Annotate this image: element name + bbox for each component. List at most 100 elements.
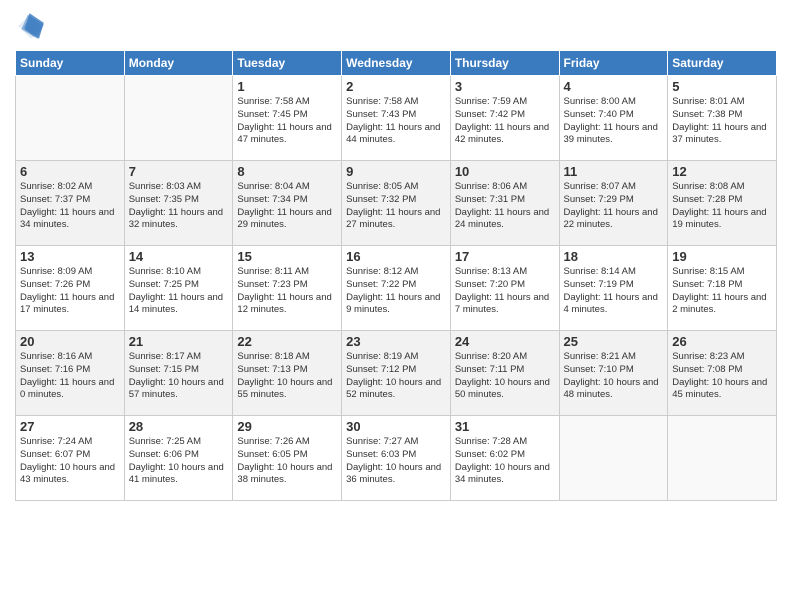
day-number: 14: [129, 249, 229, 264]
calendar-week: 27 Sunrise: 7:24 AMSunset: 6:07 PMDayligh…: [16, 416, 777, 501]
cell-content: Sunrise: 8:02 AMSunset: 7:37 PMDaylight:…: [20, 181, 120, 232]
day-number: 20: [20, 334, 120, 349]
calendar-cell: 7 Sunrise: 8:03 AMSunset: 7:35 PMDaylight…: [124, 161, 233, 246]
cell-content: Sunrise: 8:21 AMSunset: 7:10 PMDaylight:…: [564, 351, 664, 402]
cell-content: Sunrise: 8:23 AMSunset: 7:08 PMDaylight:…: [672, 351, 772, 402]
day-number: 13: [20, 249, 120, 264]
day-header: Friday: [559, 51, 668, 76]
calendar-cell: 2Sunrise: 7:58 AMSunset: 7:43 PMDaylight…: [342, 76, 451, 161]
calendar-cell: 19 Sunrise: 8:15 AMSunset: 7:18 PMDayligh…: [668, 246, 777, 331]
calendar-cell: 5 Sunrise: 8:01 AMSunset: 7:38 PMDaylight…: [668, 76, 777, 161]
day-number: 22: [237, 334, 337, 349]
cell-content: Sunrise: 7:26 AMSunset: 6:05 PMDaylight:…: [237, 436, 337, 487]
calendar-cell: 30 Sunrise: 7:27 AMSunset: 6:03 PMDayligh…: [342, 416, 451, 501]
cell-content: Sunrise: 8:06 AMSunset: 7:31 PMDaylight:…: [455, 181, 555, 232]
calendar-cell: [124, 76, 233, 161]
day-number: 30: [346, 419, 446, 434]
calendar-cell: 14 Sunrise: 8:10 AMSunset: 7:25 PMDayligh…: [124, 246, 233, 331]
calendar-cell: 17 Sunrise: 8:13 AMSunset: 7:20 PMDayligh…: [450, 246, 559, 331]
day-number: 29: [237, 419, 337, 434]
header: [15, 10, 777, 42]
day-number: 16: [346, 249, 446, 264]
calendar-cell: [559, 416, 668, 501]
day-header: Wednesday: [342, 51, 451, 76]
day-number: 1: [237, 79, 337, 94]
day-number: 27: [20, 419, 120, 434]
calendar-cell: 13Sunrise: 8:09 AMSunset: 7:26 PMDayligh…: [16, 246, 125, 331]
logo-icon: [15, 10, 47, 42]
calendar-cell: 27 Sunrise: 7:24 AMSunset: 6:07 PMDayligh…: [16, 416, 125, 501]
cell-content: Sunrise: 8:13 AMSunset: 7:20 PMDaylight:…: [455, 266, 555, 317]
calendar-week: 6Sunrise: 8:02 AMSunset: 7:37 PMDaylight…: [16, 161, 777, 246]
day-header: Monday: [124, 51, 233, 76]
day-header: Saturday: [668, 51, 777, 76]
cell-content: Sunrise: 8:10 AMSunset: 7:25 PMDaylight:…: [129, 266, 229, 317]
calendar-cell: 20Sunrise: 8:16 AMSunset: 7:16 PMDayligh…: [16, 331, 125, 416]
calendar-cell: 22 Sunrise: 8:18 AMSunset: 7:13 PMDayligh…: [233, 331, 342, 416]
day-number: 21: [129, 334, 229, 349]
cell-content: Sunrise: 8:20 AMSunset: 7:11 PMDaylight:…: [455, 351, 555, 402]
cell-content: Sunrise: 7:25 AMSunset: 6:06 PMDaylight:…: [129, 436, 229, 487]
cell-content: Sunrise: 7:59 AMSunset: 7:42 PMDaylight:…: [455, 96, 555, 147]
cell-content: Sunrise: 8:17 AMSunset: 7:15 PMDaylight:…: [129, 351, 229, 402]
calendar-cell: 25 Sunrise: 8:21 AMSunset: 7:10 PMDayligh…: [559, 331, 668, 416]
calendar-cell: 29 Sunrise: 7:26 AMSunset: 6:05 PMDayligh…: [233, 416, 342, 501]
day-number: 11: [564, 164, 664, 179]
cell-content: Sunrise: 7:28 AMSunset: 6:02 PMDaylight:…: [455, 436, 555, 487]
day-number: 15: [237, 249, 337, 264]
calendar-cell: 1 Sunrise: 7:58 AMSunset: 7:45 PMDaylight…: [233, 76, 342, 161]
cell-content: Sunrise: 8:01 AMSunset: 7:38 PMDaylight:…: [672, 96, 772, 147]
calendar-cell: 8 Sunrise: 8:04 AMSunset: 7:34 PMDaylight…: [233, 161, 342, 246]
calendar-cell: 12Sunrise: 8:08 AMSunset: 7:28 PMDayligh…: [668, 161, 777, 246]
calendar-cell: 16 Sunrise: 8:12 AMSunset: 7:22 PMDayligh…: [342, 246, 451, 331]
calendar-week: 1 Sunrise: 7:58 AMSunset: 7:45 PMDaylight…: [16, 76, 777, 161]
day-number: 17: [455, 249, 555, 264]
cell-content: Sunrise: 8:07 AMSunset: 7:29 PMDaylight:…: [564, 181, 664, 232]
day-number: 3: [455, 79, 555, 94]
cell-content: Sunrise: 7:27 AMSunset: 6:03 PMDaylight:…: [346, 436, 446, 487]
calendar-cell: 28 Sunrise: 7:25 AMSunset: 6:06 PMDayligh…: [124, 416, 233, 501]
calendar-cell: 3 Sunrise: 7:59 AMSunset: 7:42 PMDaylight…: [450, 76, 559, 161]
calendar-cell: 18 Sunrise: 8:14 AMSunset: 7:19 PMDayligh…: [559, 246, 668, 331]
cell-content: Sunrise: 7:58 AMSunset: 7:45 PMDaylight:…: [237, 96, 337, 147]
cell-content: Sunrise: 8:18 AMSunset: 7:13 PMDaylight:…: [237, 351, 337, 402]
day-number: 18: [564, 249, 664, 264]
calendar-cell: [668, 416, 777, 501]
calendar-cell: 31 Sunrise: 7:28 AMSunset: 6:02 PMDayligh…: [450, 416, 559, 501]
day-number: 4: [564, 79, 664, 94]
day-header: Tuesday: [233, 51, 342, 76]
calendar-week: 13Sunrise: 8:09 AMSunset: 7:26 PMDayligh…: [16, 246, 777, 331]
cell-content: Sunrise: 8:14 AMSunset: 7:19 PMDaylight:…: [564, 266, 664, 317]
calendar-cell: 4 Sunrise: 8:00 AMSunset: 7:40 PMDaylight…: [559, 76, 668, 161]
page: SundayMondayTuesdayWednesdayThursdayFrid…: [0, 0, 792, 612]
calendar-cell: 11 Sunrise: 8:07 AMSunset: 7:29 PMDayligh…: [559, 161, 668, 246]
day-number: 19: [672, 249, 772, 264]
day-number: 5: [672, 79, 772, 94]
calendar-cell: 24 Sunrise: 8:20 AMSunset: 7:11 PMDayligh…: [450, 331, 559, 416]
cell-content: Sunrise: 8:15 AMSunset: 7:18 PMDaylight:…: [672, 266, 772, 317]
cell-content: Sunrise: 8:05 AMSunset: 7:32 PMDaylight:…: [346, 181, 446, 232]
cell-content: Sunrise: 8:04 AMSunset: 7:34 PMDaylight:…: [237, 181, 337, 232]
calendar-cell: 6Sunrise: 8:02 AMSunset: 7:37 PMDaylight…: [16, 161, 125, 246]
calendar: SundayMondayTuesdayWednesdayThursdayFrid…: [15, 50, 777, 501]
day-number: 9: [346, 164, 446, 179]
calendar-cell: [16, 76, 125, 161]
day-number: 24: [455, 334, 555, 349]
day-number: 28: [129, 419, 229, 434]
cell-content: Sunrise: 8:11 AMSunset: 7:23 PMDaylight:…: [237, 266, 337, 317]
day-number: 8: [237, 164, 337, 179]
header-row: SundayMondayTuesdayWednesdayThursdayFrid…: [16, 51, 777, 76]
calendar-cell: 21 Sunrise: 8:17 AMSunset: 7:15 PMDayligh…: [124, 331, 233, 416]
cell-content: Sunrise: 8:03 AMSunset: 7:35 PMDaylight:…: [129, 181, 229, 232]
cell-content: Sunrise: 8:00 AMSunset: 7:40 PMDaylight:…: [564, 96, 664, 147]
cell-content: Sunrise: 7:58 AMSunset: 7:43 PMDaylight:…: [346, 96, 446, 147]
cell-content: Sunrise: 7:24 AMSunset: 6:07 PMDaylight:…: [20, 436, 120, 487]
day-number: 7: [129, 164, 229, 179]
day-number: 31: [455, 419, 555, 434]
day-number: 25: [564, 334, 664, 349]
day-number: 12: [672, 164, 772, 179]
cell-content: Sunrise: 8:12 AMSunset: 7:22 PMDaylight:…: [346, 266, 446, 317]
day-header: Sunday: [16, 51, 125, 76]
calendar-cell: 15 Sunrise: 8:11 AMSunset: 7:23 PMDayligh…: [233, 246, 342, 331]
calendar-cell: 26Sunrise: 8:23 AMSunset: 7:08 PMDayligh…: [668, 331, 777, 416]
